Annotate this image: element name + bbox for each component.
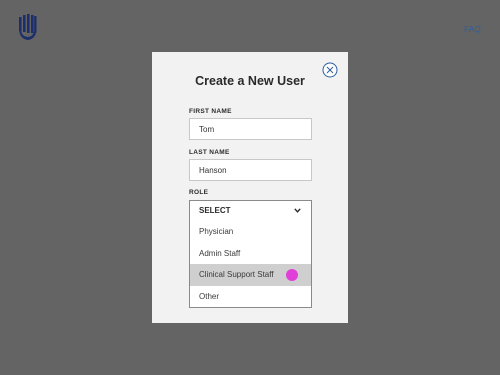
first-name-label: FIRST NAME — [189, 108, 232, 115]
role-select-value: SELECT — [199, 206, 231, 215]
modal-title: Create a New User — [195, 74, 305, 88]
create-user-modal: Create a New User FIRST NAME LAST NAME R… — [152, 52, 348, 323]
role-label: ROLE — [189, 189, 209, 196]
faq-link[interactable]: FAQ — [464, 25, 481, 34]
chevron-down-icon — [294, 208, 301, 213]
last-name-label: LAST NAME — [189, 149, 230, 156]
last-name-field[interactable] — [189, 159, 312, 181]
pointer-indicator — [286, 269, 298, 281]
first-name-field[interactable] — [189, 118, 312, 140]
brand-logo-icon — [19, 14, 37, 40]
role-option-other[interactable]: Other — [190, 286, 311, 308]
role-option-admin-staff[interactable]: Admin Staff — [190, 243, 311, 265]
role-option-physician[interactable]: Physician — [190, 221, 311, 243]
role-select[interactable]: SELECT — [190, 201, 311, 221]
role-dropdown[interactable]: SELECT Physician Admin Staff Clinical Su… — [189, 200, 312, 308]
